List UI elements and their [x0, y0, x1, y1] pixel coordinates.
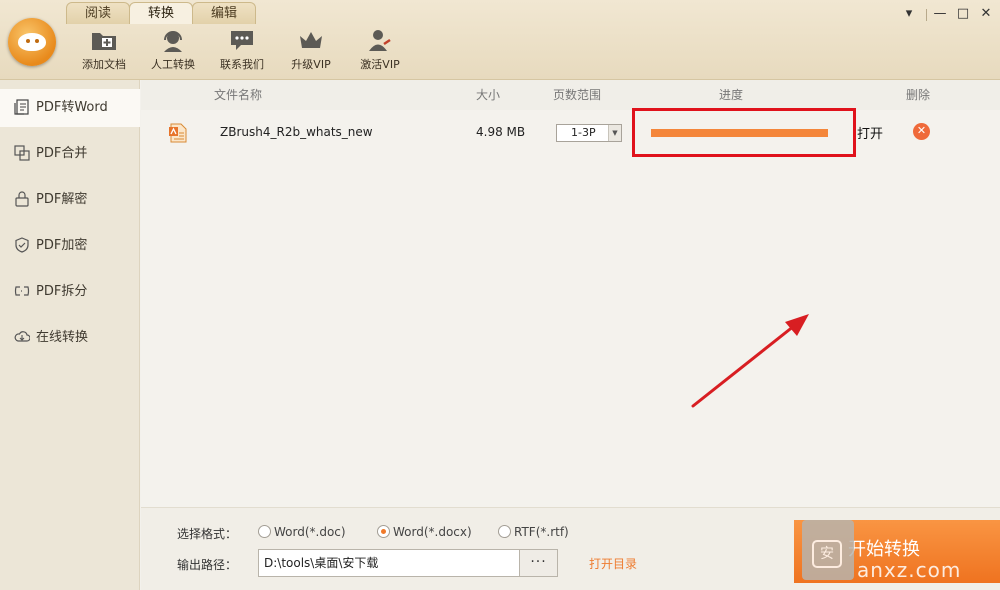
delete-button[interactable]: ✕: [913, 123, 930, 140]
window-control-divider: [926, 9, 927, 21]
radio-dot: [498, 525, 511, 538]
user-key-icon: [369, 30, 391, 51]
add-folder-icon: [92, 33, 116, 50]
shield-icon: [15, 236, 29, 253]
path-label: 输出路径：: [177, 558, 238, 572]
menu-button[interactable]: ▾: [901, 7, 917, 21]
radio-dot: [258, 525, 271, 538]
manual-convert-button[interactable]: 人工转换: [140, 26, 206, 76]
page-range-select[interactable]: 1-3P ▼: [556, 124, 622, 142]
close-button[interactable]: ✕: [978, 7, 994, 21]
add-document-button[interactable]: 添加文档: [71, 26, 137, 76]
header-pages: 页数范围: [553, 88, 602, 102]
title-bar: 阅读 转换 编辑 添加文档 人工转换 联系我们 升级VIP 激活VIP ▾ — …: [0, 0, 1000, 80]
header-delete: 删除: [906, 88, 931, 102]
maximize-button[interactable]: □: [955, 7, 971, 21]
split-icon: [14, 285, 30, 296]
pdf-to-word-icon: [14, 98, 29, 115]
table-header: 文件名称 大小 页数范围 进度 删除: [141, 80, 1000, 110]
crown-icon: [300, 32, 322, 48]
contact-us-button[interactable]: 联系我们: [209, 26, 275, 76]
sidebar-item-pdf-to-word[interactable]: PDF转Word: [0, 89, 140, 127]
header-progress: 进度: [719, 88, 744, 102]
tab-read[interactable]: 阅读: [66, 2, 130, 24]
app-logo: [8, 18, 56, 66]
annotation-arrow: [691, 314, 809, 408]
browse-button[interactable]: ···: [519, 549, 558, 577]
radio-word-docx[interactable]: Word(*.docx): [377, 525, 472, 539]
chat-icon: [231, 31, 253, 50]
chevron-down-icon: ▼: [608, 125, 621, 141]
tab-convert[interactable]: 转换: [129, 2, 193, 24]
sidebar: PDF转Word PDF合并 PDF解密 PDF加密 PDF拆分 在线转换: [0, 80, 140, 590]
merge-icon: [14, 144, 30, 161]
file-size: 4.98 MB: [476, 125, 526, 139]
headset-icon: [164, 31, 182, 52]
pdf-file-icon: [169, 123, 187, 143]
radio-dot: [377, 525, 390, 538]
radio-rtf[interactable]: RTF(*.rtf): [498, 525, 569, 539]
watermark-logo: 安: [802, 520, 854, 580]
header-size: 大小: [476, 88, 501, 102]
activate-vip-button[interactable]: 激活VIP: [347, 26, 413, 76]
unlock-icon: [15, 190, 29, 207]
sidebar-item-pdf-merge[interactable]: PDF合并: [0, 135, 140, 173]
minimize-button[interactable]: —: [932, 7, 948, 21]
cloud-icon: [14, 330, 30, 342]
upgrade-vip-button[interactable]: 升级VIP: [278, 26, 344, 76]
file-list-panel: 文件名称 大小 页数范围 进度 删除 ZBrush4_R2b_whats_new…: [141, 80, 1000, 507]
tab-edit[interactable]: 编辑: [192, 2, 256, 24]
output-settings: 选择格式： Word(*.doc) Word(*.docx) RTF(*.rtf…: [141, 507, 1000, 590]
header-filename: 文件名称: [214, 88, 263, 102]
file-name: ZBrush4_R2b_whats_new: [220, 125, 373, 139]
output-path-input[interactable]: D:\tools\桌面\安下载: [258, 549, 520, 577]
page-range-value: 1-3P: [571, 126, 596, 139]
watermark-text: anxz.com: [857, 558, 962, 582]
sidebar-item-online-convert[interactable]: 在线转换: [0, 319, 140, 357]
format-label: 选择格式：: [177, 527, 238, 541]
annotation-highlight-box: [632, 108, 856, 157]
close-icon: ✕: [916, 124, 927, 137]
open-directory-link[interactable]: 打开目录: [589, 555, 637, 572]
open-file-link[interactable]: 打开: [857, 123, 883, 142]
radio-word-doc[interactable]: Word(*.doc): [258, 525, 346, 539]
sidebar-item-pdf-decrypt[interactable]: PDF解密: [0, 181, 140, 219]
sidebar-item-pdf-encrypt[interactable]: PDF加密: [0, 227, 140, 265]
sidebar-item-pdf-split[interactable]: PDF拆分: [0, 273, 140, 311]
